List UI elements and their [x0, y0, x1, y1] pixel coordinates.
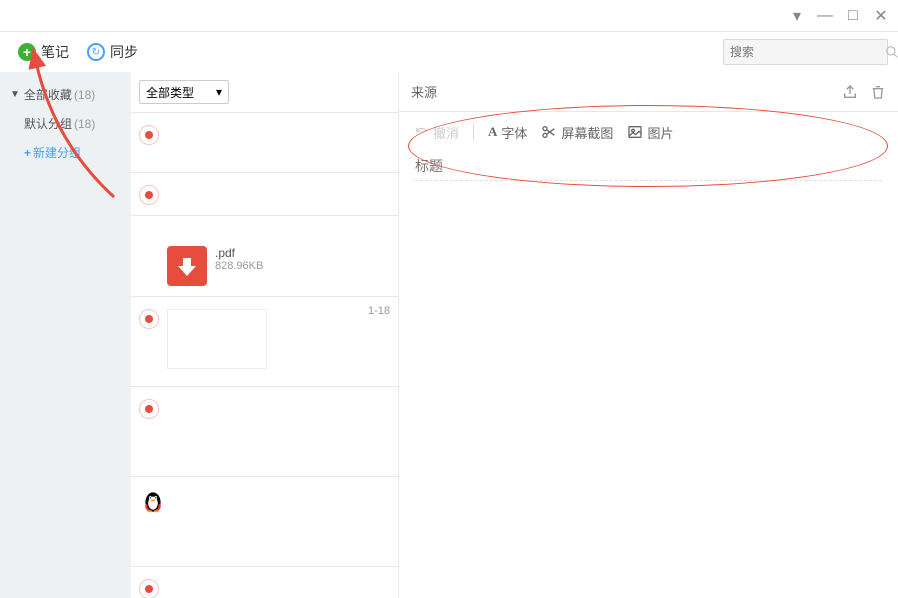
separator	[473, 123, 474, 141]
sidebar: ▼ 全部收藏 (18) 默认分组 (18) + 新建分组	[0, 72, 131, 598]
source-label: 来源	[411, 82, 437, 101]
filter-bar: 全部类型 ▾	[131, 72, 398, 113]
font-label: 字体	[501, 123, 527, 142]
undo-label: 撤消	[433, 123, 459, 142]
pdf-info: .pdf 828.96KB	[215, 246, 263, 286]
image-label: 图片	[647, 123, 673, 142]
editor-toolbar: 撤消 A 字体 屏幕截图 图片	[399, 112, 898, 152]
pdf-ext: .pdf	[215, 246, 263, 260]
pdf-attachment: .pdf 828.96KB	[167, 246, 263, 286]
list-item[interactable]	[131, 567, 398, 598]
minimize-button[interactable]: —	[816, 7, 834, 25]
scissors-icon	[541, 124, 557, 140]
list-items[interactable]: .pdf 828.96KB 1-18	[131, 113, 398, 598]
list-item[interactable]	[131, 113, 398, 173]
sidebar-all-label: 全部收藏	[24, 86, 72, 103]
qq-penguin-icon	[139, 487, 167, 515]
avatar-icon	[139, 125, 159, 145]
sidebar-all-count: (18)	[74, 88, 95, 102]
sync-icon: ↻	[87, 43, 105, 61]
avatar-icon	[139, 579, 159, 598]
sidebar-new-label: 新建分组	[33, 144, 81, 161]
sidebar-default-group[interactable]: 默认分组 (18)	[0, 109, 131, 138]
search-box[interactable]	[723, 39, 888, 65]
search-icon	[885, 45, 898, 59]
main: ▼ 全部收藏 (18) 默认分组 (18) + 新建分组 全部类型 ▾	[0, 72, 898, 598]
search-input[interactable]	[730, 45, 885, 59]
list-item[interactable]: 1-18	[131, 297, 398, 387]
caret-down-icon: ▼	[10, 89, 20, 100]
list-item[interactable]	[131, 387, 398, 477]
list-item[interactable]: .pdf 828.96KB	[131, 216, 398, 297]
filter-selected-label: 全部类型	[146, 84, 194, 101]
content-column: 来源 撤消 A 字体 屏幕截图	[399, 72, 898, 598]
avatar-icon	[139, 399, 159, 419]
window-controls: ▾ — □ ✕	[788, 7, 890, 25]
chevron-down-icon: ▾	[216, 85, 222, 99]
header-left: + 笔记 ↻ 同步	[10, 42, 138, 62]
close-button[interactable]: ✕	[872, 7, 890, 25]
header: + 笔记 ↻ 同步	[0, 32, 898, 72]
item-date: 1-18	[368, 305, 390, 317]
sync-label: 同步	[110, 42, 138, 62]
thumbnail	[167, 309, 267, 369]
pdf-size: 828.96KB	[215, 260, 263, 272]
content-header: 来源	[399, 72, 898, 112]
image-icon	[627, 124, 643, 140]
font-button[interactable]: A 字体	[488, 123, 527, 142]
new-note-label: 笔记	[41, 42, 69, 62]
plus-icon: +	[24, 146, 31, 160]
sidebar-all-favorites[interactable]: ▼ 全部收藏 (18)	[0, 80, 131, 109]
screenshot-label: 屏幕截图	[561, 123, 613, 142]
pdf-icon	[167, 246, 207, 286]
share-icon[interactable]	[842, 84, 858, 100]
plus-circle-icon: +	[18, 43, 36, 61]
undo-button[interactable]: 撤消	[415, 123, 459, 142]
font-icon: A	[488, 124, 497, 140]
avatar-icon	[139, 185, 159, 205]
title-bar: ▾ — □ ✕	[0, 0, 898, 32]
sidebar-new-group[interactable]: + 新建分组	[0, 138, 131, 167]
title-input[interactable]	[415, 152, 882, 181]
image-button[interactable]: 图片	[627, 123, 673, 142]
sidebar-default-count: (18)	[74, 117, 95, 131]
delete-icon[interactable]	[870, 84, 886, 100]
new-note-button[interactable]: + 笔记	[18, 42, 69, 62]
list-item[interactable]	[131, 477, 398, 567]
menu-dropdown-button[interactable]: ▾	[788, 7, 806, 25]
avatar-icon	[139, 309, 159, 329]
sidebar-default-label: 默认分组	[24, 115, 72, 132]
maximize-button[interactable]: □	[844, 7, 862, 25]
list-column: 全部类型 ▾ .pdf 828.96KB	[131, 72, 399, 598]
screenshot-button[interactable]: 屏幕截图	[541, 123, 613, 142]
sync-button[interactable]: ↻ 同步	[87, 42, 138, 62]
list-item[interactable]	[131, 173, 398, 216]
type-filter-select[interactable]: 全部类型 ▾	[139, 80, 229, 104]
